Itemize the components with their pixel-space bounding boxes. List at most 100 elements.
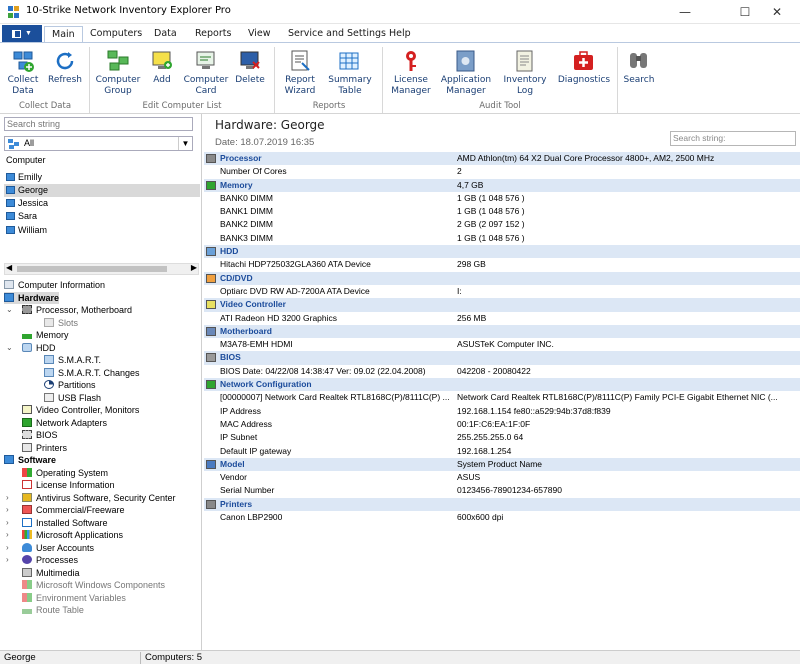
expand-icon[interactable]: › xyxy=(6,504,9,517)
tree-item-route-table[interactable]: Route Table xyxy=(4,604,200,617)
inventory-log-button[interactable]: Inventory Log xyxy=(502,49,548,97)
tree-item-network[interactable]: Network Adapters xyxy=(4,417,200,430)
delete-button[interactable]: Delete xyxy=(234,49,266,86)
computer-search-input[interactable] xyxy=(4,117,193,131)
tree-item-user-accounts[interactable]: › User Accounts xyxy=(4,542,200,555)
pane-splitter[interactable] xyxy=(201,114,202,650)
app-menu-button[interactable]: ▼ xyxy=(2,25,42,42)
tree-item-software[interactable]: Software xyxy=(4,454,200,467)
section-header-row[interactable]: BIOS xyxy=(204,351,800,365)
tree-item-commercial[interactable]: › Commercial/Freeware xyxy=(4,504,200,517)
detail-row[interactable]: MAC Address 00:1F:C6:EA:1F:0F xyxy=(204,418,800,431)
detail-row[interactable]: IP Address 192.168.1.154 fe80::a529:94b:3… xyxy=(204,405,800,418)
detail-row[interactable]: ATI Radeon HD 3200 Graphics 256 MB xyxy=(204,312,800,325)
section-header-row[interactable]: HDD xyxy=(204,245,800,259)
horizontal-scrollbar[interactable]: ◀ ▶ xyxy=(4,263,199,275)
computer-column-header[interactable]: Computer xyxy=(6,155,46,165)
tab-computers[interactable]: Computers xyxy=(83,26,149,43)
computer-card-button[interactable]: Computer Card xyxy=(182,49,230,97)
scrollbar-thumb[interactable] xyxy=(17,266,167,272)
detail-row[interactable]: BANK0 DIMM 1 GB (1 048 576 ) xyxy=(204,192,800,205)
tab-main[interactable]: Main xyxy=(44,26,83,43)
tab-service-settings[interactable]: Service and Settings xyxy=(281,26,393,43)
tree-item-antivirus[interactable]: › Antivirus Software, Security Center xyxy=(4,492,200,505)
tree-item-smart-changes[interactable]: S.M.A.R.T. Changes xyxy=(4,367,200,380)
detail-row[interactable]: BANK2 DIMM 2 GB (2 097 152 ) xyxy=(204,218,800,231)
computer-item[interactable]: Sara xyxy=(4,210,200,223)
section-header-row[interactable]: Network Configuration xyxy=(204,378,800,392)
computer-group-button[interactable]: Computer Group xyxy=(94,49,142,97)
application-manager-button[interactable]: Application Manager xyxy=(438,49,494,97)
expand-icon[interactable]: › xyxy=(6,492,9,505)
expand-icon[interactable]: › xyxy=(6,517,9,530)
scroll-left-icon[interactable]: ◀ xyxy=(6,263,12,272)
tree-item-installed[interactable]: › Installed Software xyxy=(4,517,200,530)
expand-icon[interactable]: › xyxy=(6,529,9,542)
tab-view[interactable]: View xyxy=(241,26,278,43)
tree-item-smart[interactable]: S.M.A.R.T. xyxy=(4,354,200,367)
section-header-row[interactable]: Processor AMD Athlon(tm) 64 X2 Dual Core … xyxy=(204,152,800,166)
section-header-row[interactable]: CD/DVD xyxy=(204,271,800,285)
detail-row[interactable]: Optiarc DVD RW AD-7200A ATA Device I: xyxy=(204,285,800,298)
tab-help[interactable]: Help xyxy=(382,26,418,43)
scroll-right-icon[interactable]: ▶ xyxy=(191,263,197,272)
collapse-icon[interactable]: ⌄ xyxy=(6,342,13,355)
expand-icon[interactable]: › xyxy=(6,542,9,555)
collect-data-button[interactable]: Collect Data xyxy=(4,49,42,97)
computer-item[interactable]: Emilly xyxy=(4,171,200,184)
detail-row[interactable]: Canon LBP2900 600x600 dpi xyxy=(204,511,800,524)
tree-item-memory[interactable]: Memory xyxy=(4,329,200,342)
refresh-button[interactable]: Refresh xyxy=(46,49,84,86)
tree-item-hdd[interactable]: ⌄ HDD xyxy=(4,342,200,355)
section-header-row[interactable]: Model System Product Name xyxy=(204,457,800,472)
detail-row[interactable]: BANK1 DIMM 1 GB (1 048 576 ) xyxy=(204,205,800,218)
detail-row[interactable]: BIOS Date: 04/22/08 14:38:47 Ver: 09.02 … xyxy=(204,365,800,378)
computer-item[interactable]: William xyxy=(4,224,200,237)
tree-item-computer-information[interactable]: Computer Information xyxy=(4,279,200,292)
tree-item-printers[interactable]: Printers xyxy=(4,442,200,455)
section-header-row[interactable]: Printers xyxy=(204,497,800,512)
add-button[interactable]: Add xyxy=(146,49,178,86)
detail-row[interactable]: Vendor ASUS xyxy=(204,471,800,484)
computer-item[interactable]: Jessica xyxy=(4,197,200,210)
detail-row[interactable]: M3A78-EMH HDMI ASUSTeK Computer INC. xyxy=(204,338,800,351)
tree-item-ms-components[interactable]: Microsoft Windows Components xyxy=(4,579,200,592)
expand-icon[interactable]: › xyxy=(6,554,9,567)
tree-item-os[interactable]: Operating System xyxy=(4,467,200,480)
detail-row[interactable]: Number Of Cores 2 xyxy=(204,165,800,178)
tree-item-partitions[interactable]: Partitions xyxy=(4,379,200,392)
tree-item-slots[interactable]: Slots xyxy=(4,317,200,330)
section-header-row[interactable]: Memory 4,7 GB xyxy=(204,178,800,192)
minimize-button[interactable]: — xyxy=(662,0,708,24)
details-search-input[interactable]: Search string: xyxy=(670,131,796,146)
tree-item-microsoft-apps[interactable]: › Microsoft Applications xyxy=(4,529,200,542)
detail-row[interactable]: [00000007] Network Card Realtek RTL8168C… xyxy=(204,391,800,404)
tree-item-usb-flash[interactable]: USB Flash xyxy=(4,392,200,405)
tree-item-bios[interactable]: BIOS xyxy=(4,429,200,442)
close-button[interactable]: ✕ xyxy=(754,0,800,24)
tree-item-processor[interactable]: ⌄ Processor, Motherboard xyxy=(4,304,200,317)
computer-item[interactable]: George xyxy=(4,184,200,197)
detail-row[interactable]: IP Subnet 255.255.255.0 64 xyxy=(204,431,800,444)
detail-row[interactable]: Serial Number 0123456-78901234-657890 xyxy=(204,484,800,497)
tree-item-video[interactable]: Video Controller, Monitors xyxy=(4,404,200,417)
search-button[interactable]: Search xyxy=(622,49,656,86)
chevron-down-icon[interactable]: ▼ xyxy=(178,137,192,150)
detail-row[interactable]: Default IP gateway 192.168.1.254 xyxy=(204,445,800,458)
collapse-icon[interactable]: ⌄ xyxy=(6,304,13,317)
license-manager-button[interactable]: License Manager xyxy=(388,49,434,97)
section-header-row[interactable]: Video Controller xyxy=(204,298,800,312)
tree-item-hardware[interactable]: Hardware xyxy=(4,291,59,304)
tree-item-processes[interactable]: › Processes xyxy=(4,554,200,567)
summary-table-button[interactable]: Summary Table xyxy=(326,49,374,97)
report-wizard-button[interactable]: Report Wizard xyxy=(280,49,320,97)
tab-data[interactable]: Data xyxy=(147,26,184,43)
detail-row[interactable]: BANK3 DIMM 1 GB (1 048 576 ) xyxy=(204,232,800,245)
group-filter-select[interactable]: All ▼ xyxy=(4,136,193,151)
diagnostics-button[interactable]: Diagnostics xyxy=(556,49,612,86)
tree-item-env-vars[interactable]: Environment Variables xyxy=(4,592,200,605)
tree-item-license[interactable]: License Information xyxy=(4,479,200,492)
section-header-row[interactable]: Motherboard xyxy=(204,324,800,339)
tab-reports[interactable]: Reports xyxy=(188,26,238,43)
tree-item-multimedia[interactable]: Multimedia xyxy=(4,567,200,580)
